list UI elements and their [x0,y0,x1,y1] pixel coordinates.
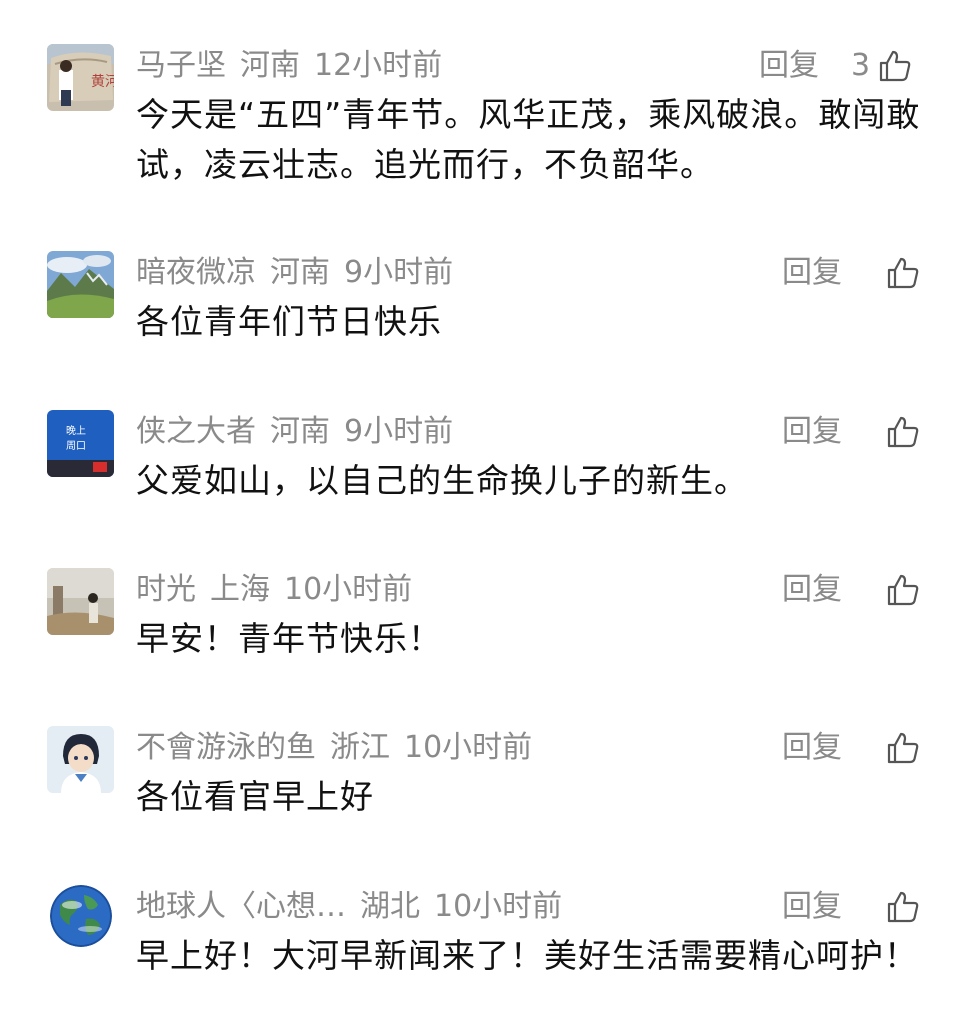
like-button[interactable] [878,253,920,293]
location: 河南 [240,48,300,83]
timestamp: 9小时前 [344,255,454,290]
thumbs-up-icon [887,574,919,606]
location: 河南 [270,414,330,449]
comment-text: 父爱如山，以自己的生命换儿子的新生。 [136,461,748,500]
avatar-text: 黄河 [91,73,114,90]
comment-item: 暗夜微凉 河南 9小时前 回复 各位青年们节日快乐 [0,251,960,351]
comment-text: 各位看官早上好 [136,777,374,816]
username[interactable]: 侠之大者 [136,414,256,449]
username[interactable]: 地球人〈心想… [136,889,346,924]
username[interactable]: 不會游泳的鱼 [136,730,316,765]
like-button[interactable] [878,570,920,610]
timestamp: 12小时前 [314,48,443,83]
comment-meta: 暗夜微凉 河南 9小时前 [136,251,467,295]
comment-item: 时光 上海 10小时前 回复 早安！青年节快乐！ [0,568,960,668]
like-button[interactable] [878,412,920,452]
anime-avatar-icon [47,726,114,793]
location: 河南 [270,255,330,290]
user-avatar[interactable]: 黄河 [47,44,114,111]
thumbs-up-icon [887,257,919,289]
reply-button[interactable]: 回复 [782,885,842,929]
avatar-text-line1: 晚上 [66,425,86,437]
comment-item: 不會游泳的鱼 浙江 10小时前 回复 各位看官早上好 [0,726,960,826]
reply-button[interactable]: 回复 [782,726,842,770]
comment-text: 早安！青年节快乐！ [136,619,442,658]
like-button[interactable]: 3 [851,46,912,86]
timestamp: 10小时前 [404,730,533,765]
location: 上海 [210,572,270,607]
username[interactable]: 马子坚 [136,48,226,83]
thumbs-up-icon [887,891,919,923]
avatar-text-line2: 周口 [66,440,86,452]
comment-item: 黄河 马子坚 河南 12小时前 回复 3 今天是“五四”青年节。风华正茂，乘风破浪。… [0,44,960,194]
comment-meta: 不會游泳的鱼 浙江 10小时前 [136,726,546,770]
comment-meta: 地球人〈心想… 湖北 10小时前 [136,885,576,929]
reply-button[interactable]: 回复 [782,251,842,295]
timestamp: 10小时前 [434,889,563,924]
comment-meta: 马子坚 河南 12小时前 [136,44,456,88]
comment-item: 地球人〈心想… 湖北 10小时前 回复 早上好！大河早新闻来了！美好生活需要精心呵护… [0,885,960,985]
comment-text: 今天是“五四”青年节。风华正茂，乘风破浪。敢闯敢试，凌云壮志。追光而行，不负韶华… [136,95,921,184]
like-count: 3 [851,48,871,83]
like-button[interactable] [878,728,920,768]
thumbs-up-icon [887,416,919,448]
comment-meta: 时光 上海 10小时前 [136,568,426,612]
timestamp: 9小时前 [344,414,454,449]
user-avatar[interactable] [47,568,114,635]
user-avatar[interactable] [50,885,112,947]
comment-text: 各位青年们节日快乐 [136,302,442,341]
timestamp: 10小时前 [284,572,413,607]
thumbs-up-icon [879,50,911,82]
landscape-avatar-icon [47,251,114,318]
reply-button[interactable]: 回复 [759,44,819,88]
comment-item: 晚上 周口 侠之大者 河南 9小时前 回复 父爱如山，以自己的生命换儿子的新生。 [0,410,960,510]
location: 浙江 [330,730,390,765]
username[interactable]: 时光 [136,572,196,607]
username[interactable]: 暗夜微凉 [136,255,256,290]
comment-meta: 侠之大者 河南 9小时前 [136,410,467,454]
like-button[interactable] [878,887,920,927]
user-avatar[interactable] [47,726,114,793]
reply-button[interactable]: 回复 [782,568,842,612]
news-badge-avatar-icon: 晚上 周口 [47,410,114,477]
photo-avatar-icon [47,568,114,635]
location: 湖北 [360,889,420,924]
comment-text: 早上好！大河早新闻来了！美好生活需要精心呵护！ [136,936,918,975]
earth-icon [50,885,112,947]
stone-monument-avatar-icon: 黄河 [47,44,114,111]
reply-button[interactable]: 回复 [782,410,842,454]
user-avatar[interactable] [47,251,114,318]
user-avatar[interactable]: 晚上 周口 [47,410,114,477]
thumbs-up-icon [887,732,919,764]
